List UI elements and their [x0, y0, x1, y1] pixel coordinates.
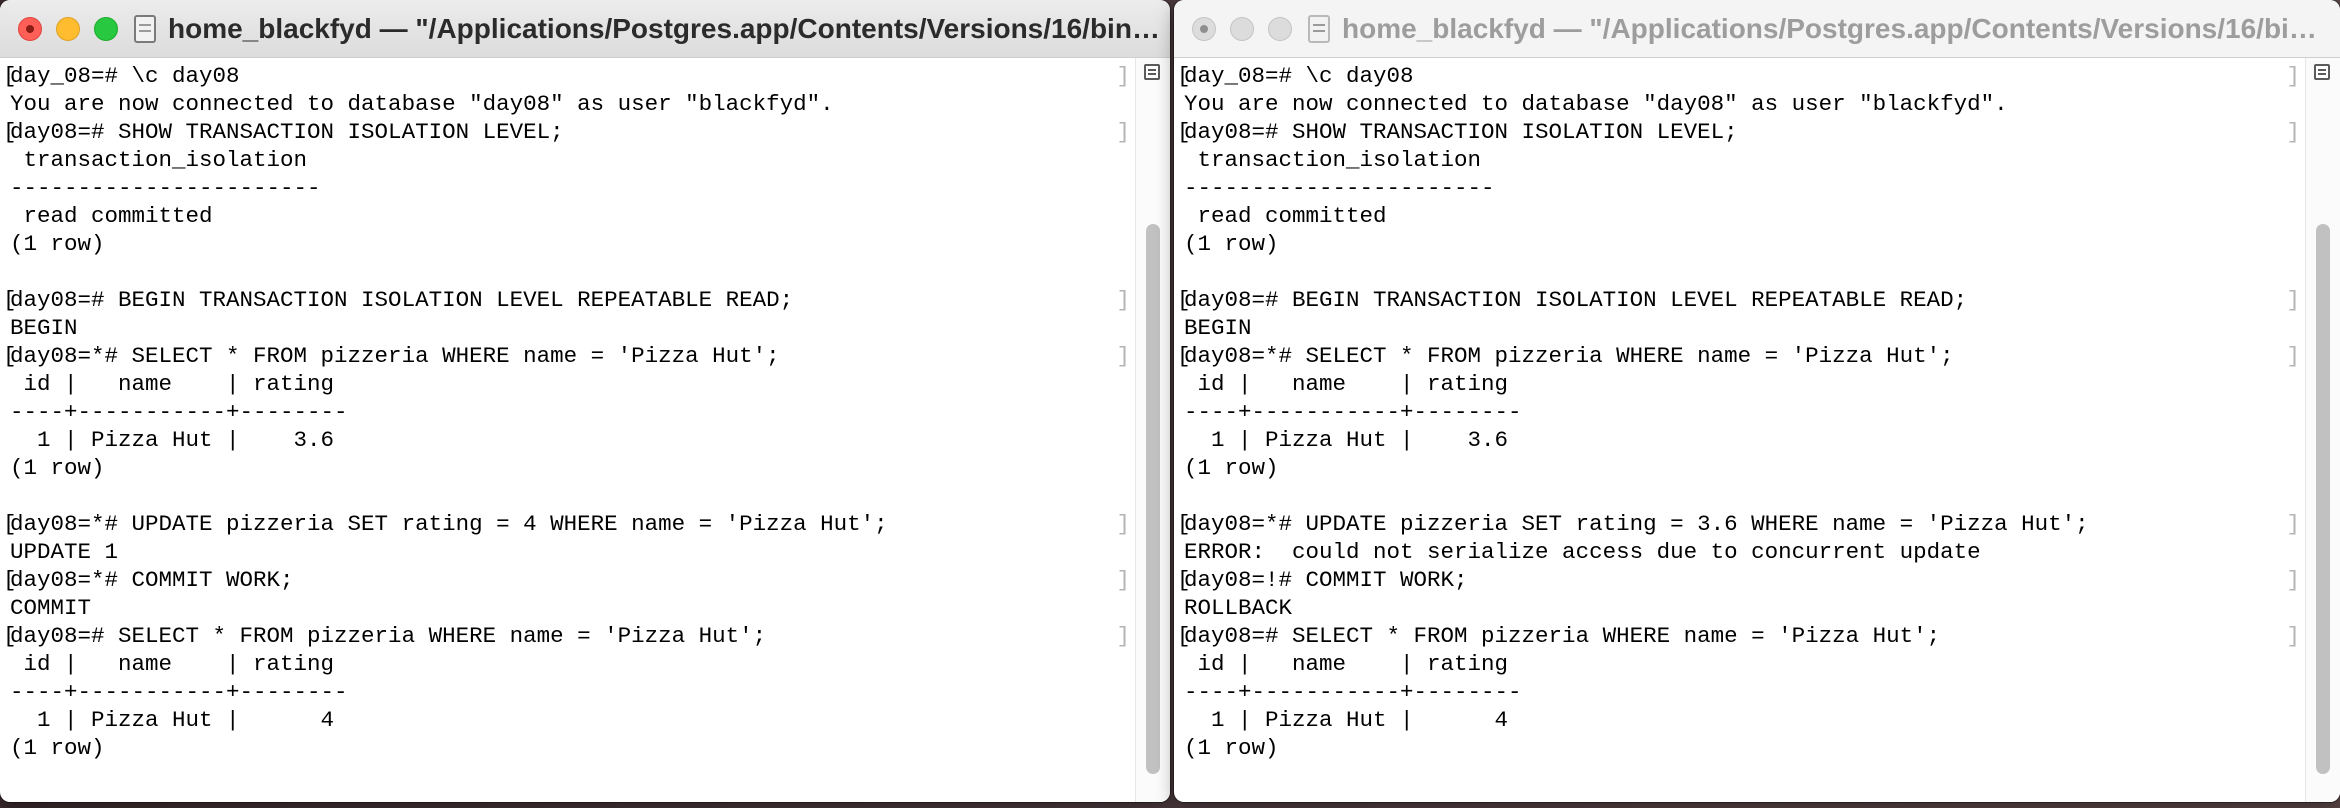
document-icon: [1308, 14, 1330, 43]
terminal-output[interactable]: day_08=# \c day08You are now connected t…: [0, 58, 1136, 802]
output-line: id | name | rating: [10, 651, 335, 677]
output-line: (1 row): [10, 455, 105, 481]
terminal-window-left[interactable]: home_blackfyd — "/Applications/Postgres.…: [0, 0, 1170, 802]
command-line: day08=*# COMMIT WORK;: [3, 566, 1136, 594]
window-title: home_blackfyd — "/Applications/Postgres.…: [168, 12, 1170, 44]
output-line: You are now connected to database "day08…: [10, 91, 834, 117]
close-icon[interactable]: [18, 16, 42, 41]
command-line: day08=# SELECT * FROM pizzeria WHERE nam…: [3, 622, 1136, 650]
command-line: day_08=# \c day08: [3, 62, 1136, 90]
output-line: read committed: [10, 203, 213, 229]
output-line: (1 row): [1184, 231, 1279, 257]
command-line: day08=*# SELECT * FROM pizzeria WHERE na…: [3, 342, 1136, 370]
output-line: COMMIT: [10, 595, 92, 621]
output-line: ----+-----------+--------: [1184, 679, 1522, 705]
command-line: day08=*# SELECT * FROM pizzeria WHERE na…: [1177, 342, 2306, 370]
output-line: You are now connected to database "day08…: [1184, 91, 2008, 117]
command-line: day_08=# \c day08: [1177, 62, 2306, 90]
output-line: (1 row): [10, 231, 105, 257]
output-line: (1 row): [1184, 455, 1279, 481]
output-line: 1 | Pizza Hut | 4: [10, 707, 335, 733]
output-line: id | name | rating: [1184, 371, 1509, 397]
command-line: day08=# BEGIN TRANSACTION ISOLATION LEVE…: [3, 286, 1136, 314]
terminal-output[interactable]: day_08=# \c day08You are now connected t…: [1174, 58, 2306, 802]
zoom-icon[interactable]: [1268, 16, 1292, 41]
output-line: (1 row): [1184, 735, 1279, 761]
output-line: -----------------------: [1184, 175, 1495, 201]
output-line: 1 | Pizza Hut | 3.6: [1184, 427, 1509, 453]
output-line: ERROR: could not serialize access due to…: [1184, 539, 1981, 565]
window-controls: [1192, 16, 1292, 41]
output-line: transaction_isolation: [10, 147, 308, 173]
command-line: day08=# BEGIN TRANSACTION ISOLATION LEVE…: [1177, 286, 2306, 314]
split-pane-icon[interactable]: [2314, 64, 2330, 80]
output-line: 1 | Pizza Hut | 3.6: [10, 427, 335, 453]
output-line: id | name | rating: [1184, 651, 1509, 677]
command-line: day08=# SHOW TRANSACTION ISOLATION LEVEL…: [1177, 118, 2306, 146]
scrollbar[interactable]: [2305, 58, 2340, 802]
output-line: BEGIN: [1184, 315, 1252, 341]
scrollbar-thumb[interactable]: [2316, 224, 2330, 774]
command-line: day08=# SELECT * FROM pizzeria WHERE nam…: [1177, 622, 2306, 650]
terminal-window-right[interactable]: home_blackfyd — "/Applications/Postgres.…: [1174, 0, 2340, 802]
output-line: UPDATE 1: [10, 539, 119, 565]
output-line: ----+-----------+--------: [1184, 399, 1522, 425]
command-line: day08=*# UPDATE pizzeria SET rating = 4 …: [3, 510, 1136, 538]
output-line: (1 row): [10, 735, 105, 761]
output-line: -----------------------: [10, 175, 321, 201]
output-line: ----+-----------+--------: [10, 399, 348, 425]
output-line: id | name | rating: [10, 371, 335, 397]
command-line: day08=!# COMMIT WORK;: [1177, 566, 2306, 594]
title-bar[interactable]: home_blackfyd — "/Applications/Postgres.…: [1174, 0, 2340, 58]
output-line: read committed: [1184, 203, 1387, 229]
command-line: day08=*# UPDATE pizzeria SET rating = 3.…: [1177, 510, 2306, 538]
title-bar[interactable]: home_blackfyd — "/Applications/Postgres.…: [0, 0, 1170, 58]
command-line: day08=# SHOW TRANSACTION ISOLATION LEVEL…: [3, 118, 1136, 146]
scrollbar-thumb[interactable]: [1146, 224, 1160, 774]
output-line: 1 | Pizza Hut | 4: [1184, 707, 1509, 733]
output-line: BEGIN: [10, 315, 78, 341]
scrollbar[interactable]: [1135, 58, 1170, 802]
split-pane-icon[interactable]: [1144, 64, 1160, 80]
output-line: ----+-----------+--------: [10, 679, 348, 705]
close-icon[interactable]: [1192, 16, 1216, 41]
document-icon: [134, 14, 156, 43]
window-controls: [18, 16, 118, 41]
minimize-icon[interactable]: [56, 16, 80, 41]
zoom-icon[interactable]: [94, 16, 118, 41]
output-line: transaction_isolation: [1184, 147, 1482, 173]
output-line: ROLLBACK: [1184, 595, 1293, 621]
minimize-icon[interactable]: [1230, 16, 1254, 41]
window-title: home_blackfyd — "/Applications/Postgres.…: [1342, 12, 2340, 44]
